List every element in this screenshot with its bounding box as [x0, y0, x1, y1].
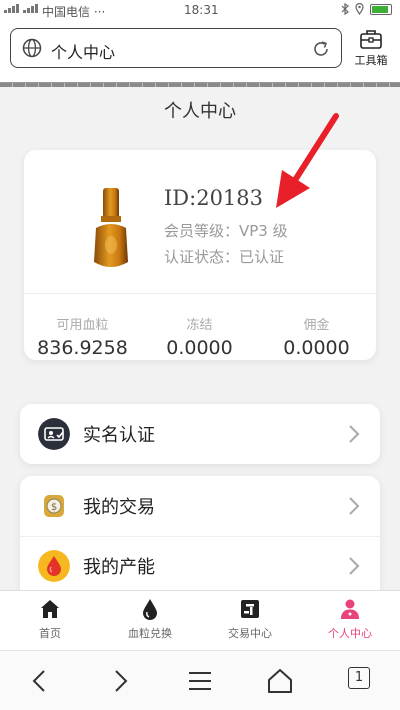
stat-frozen: 冻结 0.0000	[141, 314, 258, 359]
toolbox-button[interactable]: 工具箱	[348, 28, 394, 68]
member-level: 会员等级：VP3 级	[164, 222, 288, 240]
card-divider	[24, 293, 376, 294]
menu-item-label: 我的交易	[83, 497, 155, 518]
stat-label: 可用血粒	[56, 318, 109, 333]
menu-item-label: 我的产能	[83, 557, 155, 578]
browser-home-icon[interactable]	[265, 666, 295, 696]
page-load-divider	[0, 82, 400, 87]
id-card-icon	[38, 418, 70, 450]
stat-label: 佣金	[303, 318, 330, 333]
menu-item-label: 实名认证	[83, 425, 155, 446]
menu-group-verification: 实名认证	[20, 404, 380, 464]
battery-icon	[370, 3, 392, 15]
stat-value: 0.0000	[166, 337, 233, 359]
location-icon	[355, 3, 364, 15]
carrier-label: 中国电信 ···	[42, 5, 106, 19]
tab-blood-exchange[interactable]: 血粒兑换	[100, 591, 200, 651]
trade-icon	[241, 600, 259, 618]
menu-icon[interactable]	[185, 666, 215, 696]
clock: 18:31	[184, 3, 219, 17]
toolbox-label: 工具箱	[354, 54, 388, 67]
menu-item-my-trades[interactable]: $ 我的交易	[20, 476, 380, 536]
stat-label: 冻结	[186, 318, 213, 333]
tab-label: 血粒兑换	[128, 627, 172, 640]
globe-icon	[22, 38, 42, 58]
menu-group-account: $ 我的交易 我的产能	[20, 476, 380, 596]
blood-drop-icon	[38, 550, 70, 582]
url-text: 个人中心	[51, 43, 116, 62]
tab-personal-center[interactable]: 个人中心	[300, 591, 400, 651]
tab-home[interactable]: 首页	[0, 591, 100, 651]
user-id: ID:20183	[164, 186, 264, 210]
tab-label: 首页	[39, 627, 61, 640]
stat-value: 836.9258	[37, 337, 128, 359]
coin-icon: $	[44, 495, 64, 517]
browser-toolbar: 个人中心 工具箱	[0, 22, 400, 82]
address-bar[interactable]: 个人中心	[10, 28, 342, 68]
annotation-arrow-icon	[276, 113, 339, 208]
svg-text:$: $	[51, 502, 57, 513]
menu-item-my-capacity[interactable]: 我的产能	[20, 536, 380, 596]
toolbox-icon	[360, 30, 382, 49]
browser-nav-bar	[0, 650, 400, 710]
back-icon[interactable]	[25, 666, 55, 696]
tab-switcher-button[interactable]: 1	[348, 667, 370, 689]
stat-commission: 佣金 0.0000	[258, 314, 375, 359]
signal-icon	[4, 4, 38, 13]
tab-trade-center[interactable]: 交易中心	[200, 591, 300, 651]
bluetooth-icon	[341, 3, 349, 15]
home-icon	[41, 600, 59, 618]
forward-icon[interactable]	[105, 666, 135, 696]
chevron-right-icon	[349, 557, 360, 575]
status-bar: 中国电信 ··· 18:31	[0, 0, 400, 22]
stat-value: 0.0000	[283, 337, 350, 359]
tab-label: 交易中心	[228, 627, 272, 640]
reload-icon[interactable]	[311, 39, 331, 59]
verification-status: 认证状态：已认证	[164, 248, 285, 266]
product-bottle-image	[94, 188, 128, 267]
chevron-right-icon	[349, 497, 360, 515]
chevron-right-icon	[349, 425, 360, 443]
drop-icon	[143, 599, 157, 620]
tab-label: 个人中心	[328, 627, 372, 640]
person-icon	[341, 599, 359, 619]
bottom-tab-bar: 首页 血粒兑换 交易中心 个人中心	[0, 590, 400, 650]
stat-available-blood: 可用血粒 836.9258	[24, 314, 141, 359]
menu-item-real-name[interactable]: 实名认证	[20, 404, 380, 464]
